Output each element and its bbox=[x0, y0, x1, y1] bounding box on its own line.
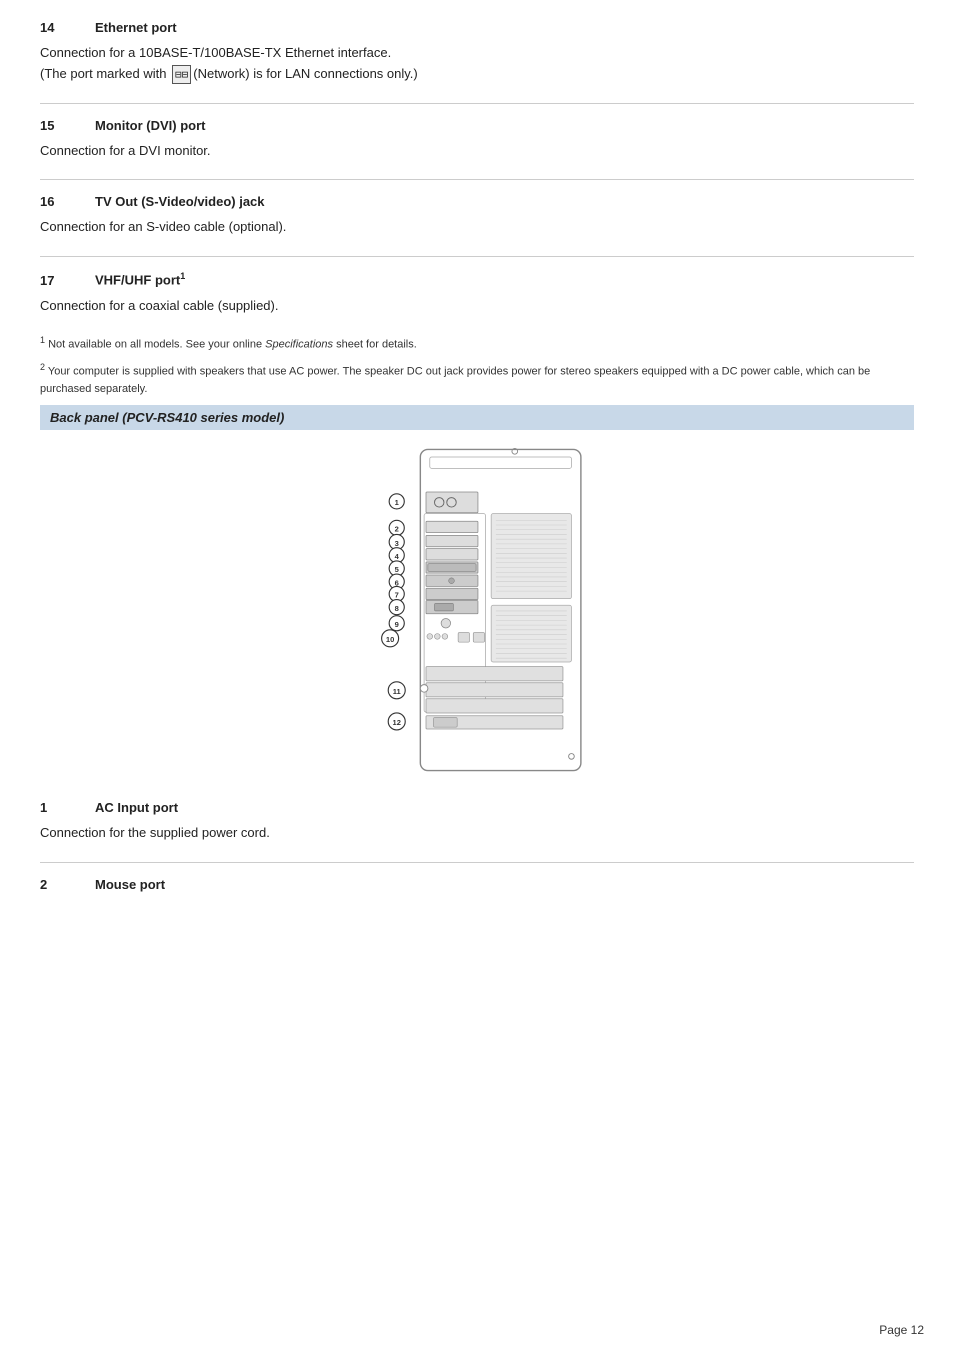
svg-text:1: 1 bbox=[395, 498, 399, 507]
section-16-title: TV Out (S-Video/video) jack bbox=[95, 194, 265, 209]
section-15-title: Monitor (DVI) port bbox=[95, 118, 205, 133]
divider-14 bbox=[40, 103, 914, 104]
section-15: 15 Monitor (DVI) port Connection for a D… bbox=[40, 118, 914, 162]
footnote-2-text: Your computer is supplied with speakers … bbox=[40, 366, 870, 395]
section-14-body: Connection for a 10BASE-T/100BASE-TX Eth… bbox=[40, 43, 914, 85]
section-14-text2: (The port marked with ⊟⊟(Network) is for… bbox=[40, 66, 418, 81]
section-15-header: 15 Monitor (DVI) port bbox=[40, 118, 914, 133]
svg-text:5: 5 bbox=[395, 565, 399, 574]
section-17-body: Connection for a coaxial cable (supplied… bbox=[40, 296, 914, 317]
section-1-text: Connection for the supplied power cord. bbox=[40, 825, 270, 840]
section-14-num: 14 bbox=[40, 20, 95, 35]
svg-text:3: 3 bbox=[395, 539, 399, 548]
section-16-text: Connection for an S-video cable (optiona… bbox=[40, 219, 286, 234]
network-icon: ⊟⊟ bbox=[172, 65, 191, 85]
section-1-header: 1 AC Input port bbox=[40, 800, 914, 815]
section-17: 17 VHF/UHF port1 Connection for a coaxia… bbox=[40, 271, 914, 316]
back-panel-banner: Back panel (PCV-RS410 series model) bbox=[40, 405, 914, 430]
section-2-title: Mouse port bbox=[95, 877, 165, 892]
section-15-body: Connection for a DVI monitor. bbox=[40, 141, 914, 162]
back-panel-svg: 1 2 3 4 5 6 bbox=[337, 440, 617, 780]
page-number: Page 12 bbox=[879, 1323, 924, 1337]
svg-text:12: 12 bbox=[393, 718, 401, 727]
section-15-text: Connection for a DVI monitor. bbox=[40, 143, 211, 158]
section-17-num: 17 bbox=[40, 273, 95, 288]
footnote-1: 1 Not available on all models. See your … bbox=[40, 334, 914, 353]
svg-text:10: 10 bbox=[386, 635, 394, 644]
section-16: 16 TV Out (S-Video/video) jack Connectio… bbox=[40, 194, 914, 238]
section-14-text: Connection for a 10BASE-T/100BASE-TX Eth… bbox=[40, 45, 391, 60]
svg-text:11: 11 bbox=[393, 687, 401, 696]
section-17-sup: 1 bbox=[180, 271, 185, 281]
section-14-title: Ethernet port bbox=[95, 20, 177, 35]
svg-text:9: 9 bbox=[395, 620, 399, 629]
footnote-2: 2 Your computer is supplied with speaker… bbox=[40, 361, 914, 397]
section-2-num: 2 bbox=[40, 877, 95, 892]
divider-1 bbox=[40, 862, 914, 863]
section-16-body: Connection for an S-video cable (optiona… bbox=[40, 217, 914, 238]
section-1-title: AC Input port bbox=[95, 800, 178, 815]
section-17-header: 17 VHF/UHF port1 bbox=[40, 271, 914, 287]
back-panel-diagram: 1 2 3 4 5 6 bbox=[40, 440, 914, 780]
section-14-header: 14 Ethernet port bbox=[40, 20, 914, 35]
divider-15 bbox=[40, 179, 914, 180]
divider-16 bbox=[40, 256, 914, 257]
section-1-num: 1 bbox=[40, 800, 95, 815]
section-14: 14 Ethernet port Connection for a 10BASE… bbox=[40, 20, 914, 85]
section-15-num: 15 bbox=[40, 118, 95, 133]
section-1-body: Connection for the supplied power cord. bbox=[40, 823, 914, 844]
footnote-1-text: Not available on all models. See your on… bbox=[45, 339, 417, 351]
section-17-text: Connection for a coaxial cable (supplied… bbox=[40, 298, 278, 313]
section-16-header: 16 TV Out (S-Video/video) jack bbox=[40, 194, 914, 209]
section-2: 2 Mouse port bbox=[40, 877, 914, 892]
section-1: 1 AC Input port Connection for the suppl… bbox=[40, 800, 914, 844]
section-16-num: 16 bbox=[40, 194, 95, 209]
section-17-title: VHF/UHF port1 bbox=[95, 271, 185, 287]
section-2-header: 2 Mouse port bbox=[40, 877, 914, 892]
svg-text:8: 8 bbox=[395, 604, 399, 613]
svg-text:2: 2 bbox=[395, 525, 399, 534]
svg-text:7: 7 bbox=[395, 591, 399, 600]
